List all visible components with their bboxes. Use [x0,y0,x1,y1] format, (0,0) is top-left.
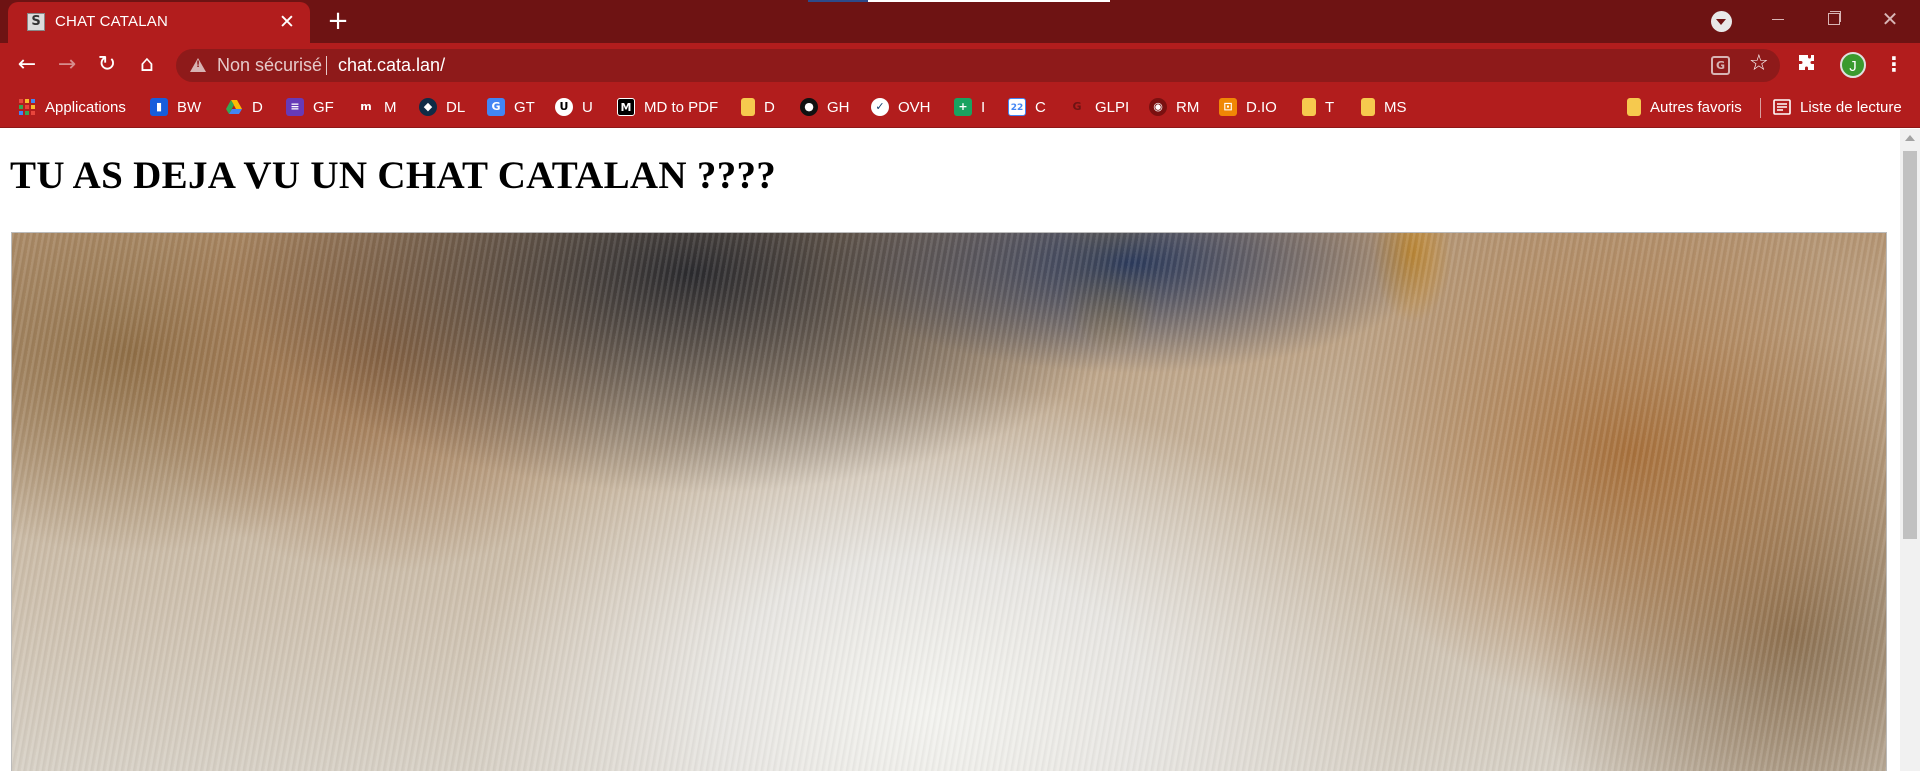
bookmark-folder-ms[interactable]: MS [1361,96,1407,118]
bookmark-u[interactable]: U U [555,96,593,118]
window-close-button[interactable]: ✕ [1862,0,1918,40]
bookmark-gh[interactable]: ● GH [800,96,850,118]
bookmark-glpi[interactable]: G GLPI [1068,96,1129,118]
m-logo-icon: m [360,100,372,113]
bookmark-folder-d[interactable]: D [741,96,775,118]
address-bar-divider [326,56,327,75]
bookmark-m[interactable]: m M [357,96,397,118]
bookmark-md-to-pdf[interactable]: M MD to PDF [617,96,718,118]
deepl-icon: ◆ [419,98,437,116]
address-bar[interactable]: Non sécurisé chat.cata.lan/ G ☆ [176,49,1780,82]
page-content: TU AS DEJA VU UN CHAT CATALAN ???? [0,129,1900,771]
url-text[interactable]: chat.cata.lan/ [338,55,445,76]
folder-icon [1302,98,1316,116]
bookmarks-bar: Applications ▮ BW D ≡ GF m M ◆ DL G GT U… [0,86,1920,128]
folder-icon [741,98,755,116]
bookmark-label: MS [1384,98,1407,116]
security-label[interactable]: Non sécurisé [217,55,322,76]
window-restore-button[interactable] [1806,0,1862,40]
bookmark-gf[interactable]: ≡ GF [286,96,334,118]
bookmark-bw[interactable]: ▮ BW [150,96,201,118]
bookmark-label: D [764,98,775,116]
home-button[interactable]: ⌂ [131,49,163,81]
bookmark-gt[interactable]: G GT [487,96,535,118]
bookmark-ovh[interactable]: ✓ OVH [871,96,931,118]
bookmark-i[interactable]: + I [954,96,985,118]
tab-search-icon[interactable] [1711,11,1732,32]
bookmark-rm[interactable]: ◉ RM [1149,96,1199,118]
bookmark-label: D.IO [1246,98,1277,116]
bookmark-label: U [582,98,593,116]
window-title-highlight-lead [808,0,868,2]
bookmarks-divider [1760,98,1761,118]
tab-strip: S CHAT CATALAN ✕ + ✕ [0,0,1920,43]
bookmark-label: OVH [898,98,931,116]
google-calendar-icon: 22 [1008,98,1026,116]
reading-list-icon [1773,99,1791,115]
bookmark-drawio[interactable]: ⊡ D.IO [1219,96,1277,118]
reload-button[interactable]: ↻ [91,49,123,81]
bookmark-applications[interactable]: Applications [18,96,126,118]
bookmark-star-icon[interactable]: ☆ [1749,51,1769,76]
not-secure-warning-icon[interactable] [190,58,206,72]
folder-icon [1627,98,1641,116]
google-drive-icon [226,100,242,114]
bookmark-dl[interactable]: ◆ DL [419,96,465,118]
bookmark-label: DL [446,98,466,116]
bookmark-calendar[interactable]: 22 C [1008,96,1046,118]
vertical-scrollbar[interactable] [1900,129,1920,771]
forward-button[interactable]: → [51,49,83,81]
plus-cross-icon: + [954,98,972,116]
active-tab[interactable]: S CHAT CATALAN ✕ [8,2,310,43]
bookmark-label: GH [827,98,850,116]
bookmark-label: RM [1176,98,1200,116]
bookmark-drive[interactable]: D [225,96,263,118]
page-heading: TU AS DEJA VU UN CHAT CATALAN ???? [10,154,777,197]
profile-avatar[interactable]: J [1840,52,1866,78]
cat-photo [11,232,1887,771]
fur-texture [12,233,1886,771]
redmine-icon: ◉ [1149,98,1167,116]
extensions-puzzle-icon[interactable] [1797,53,1817,73]
apps-grid-icon [19,99,35,115]
back-button[interactable]: ← [11,49,43,81]
bookmark-label: MD to PDF [644,98,719,116]
md-logo-icon: M [617,98,635,116]
reading-list-button[interactable]: Liste de lecture [1773,96,1902,118]
bookmark-label: BW [177,98,202,116]
translate-icon[interactable]: G [1711,56,1730,75]
ovh-icon: ✓ [871,98,889,116]
tab-favicon-icon: S [27,13,45,31]
drawio-icon: ⊡ [1219,98,1237,116]
bitwarden-icon: ▮ [150,98,168,116]
browser-menu-icon[interactable]: ⋮ [1884,49,1904,79]
new-tab-button[interactable]: + [324,8,352,36]
browser-toolbar: ← → ↻ ⌂ Non sécurisé chat.cata.lan/ G ☆ … [0,43,1920,86]
tab-close-icon[interactable]: ✕ [276,11,298,33]
window-minimize-button[interactable] [1750,0,1806,40]
scroll-up-arrow-icon[interactable] [1905,135,1915,141]
tab-title: CHAT CATALAN [55,13,168,30]
u-logo-icon: U [555,98,573,116]
glpi-icon: G [1072,100,1082,113]
bookmark-folder-t[interactable]: T [1302,96,1334,118]
bookmark-label: D [252,98,263,116]
bookmark-label: I [981,98,986,116]
google-forms-icon: ≡ [286,98,304,116]
bookmark-label: T [1325,98,1335,116]
bookmark-other-favorites[interactable]: Autres favoris [1627,96,1742,118]
bookmark-label: GT [514,98,535,116]
bookmark-label: C [1035,98,1046,116]
folder-icon [1361,98,1375,116]
bookmark-label: Autres favoris [1650,98,1742,116]
bookmark-label: GF [313,98,334,116]
github-icon: ● [800,98,818,116]
bookmark-label: Liste de lecture [1800,98,1902,116]
google-translate-icon: G [487,98,505,116]
bookmark-label: Applications [45,98,126,116]
bookmark-label: GLPI [1095,98,1130,116]
bookmark-label: M [384,98,397,116]
scroll-thumb[interactable] [1903,151,1917,539]
